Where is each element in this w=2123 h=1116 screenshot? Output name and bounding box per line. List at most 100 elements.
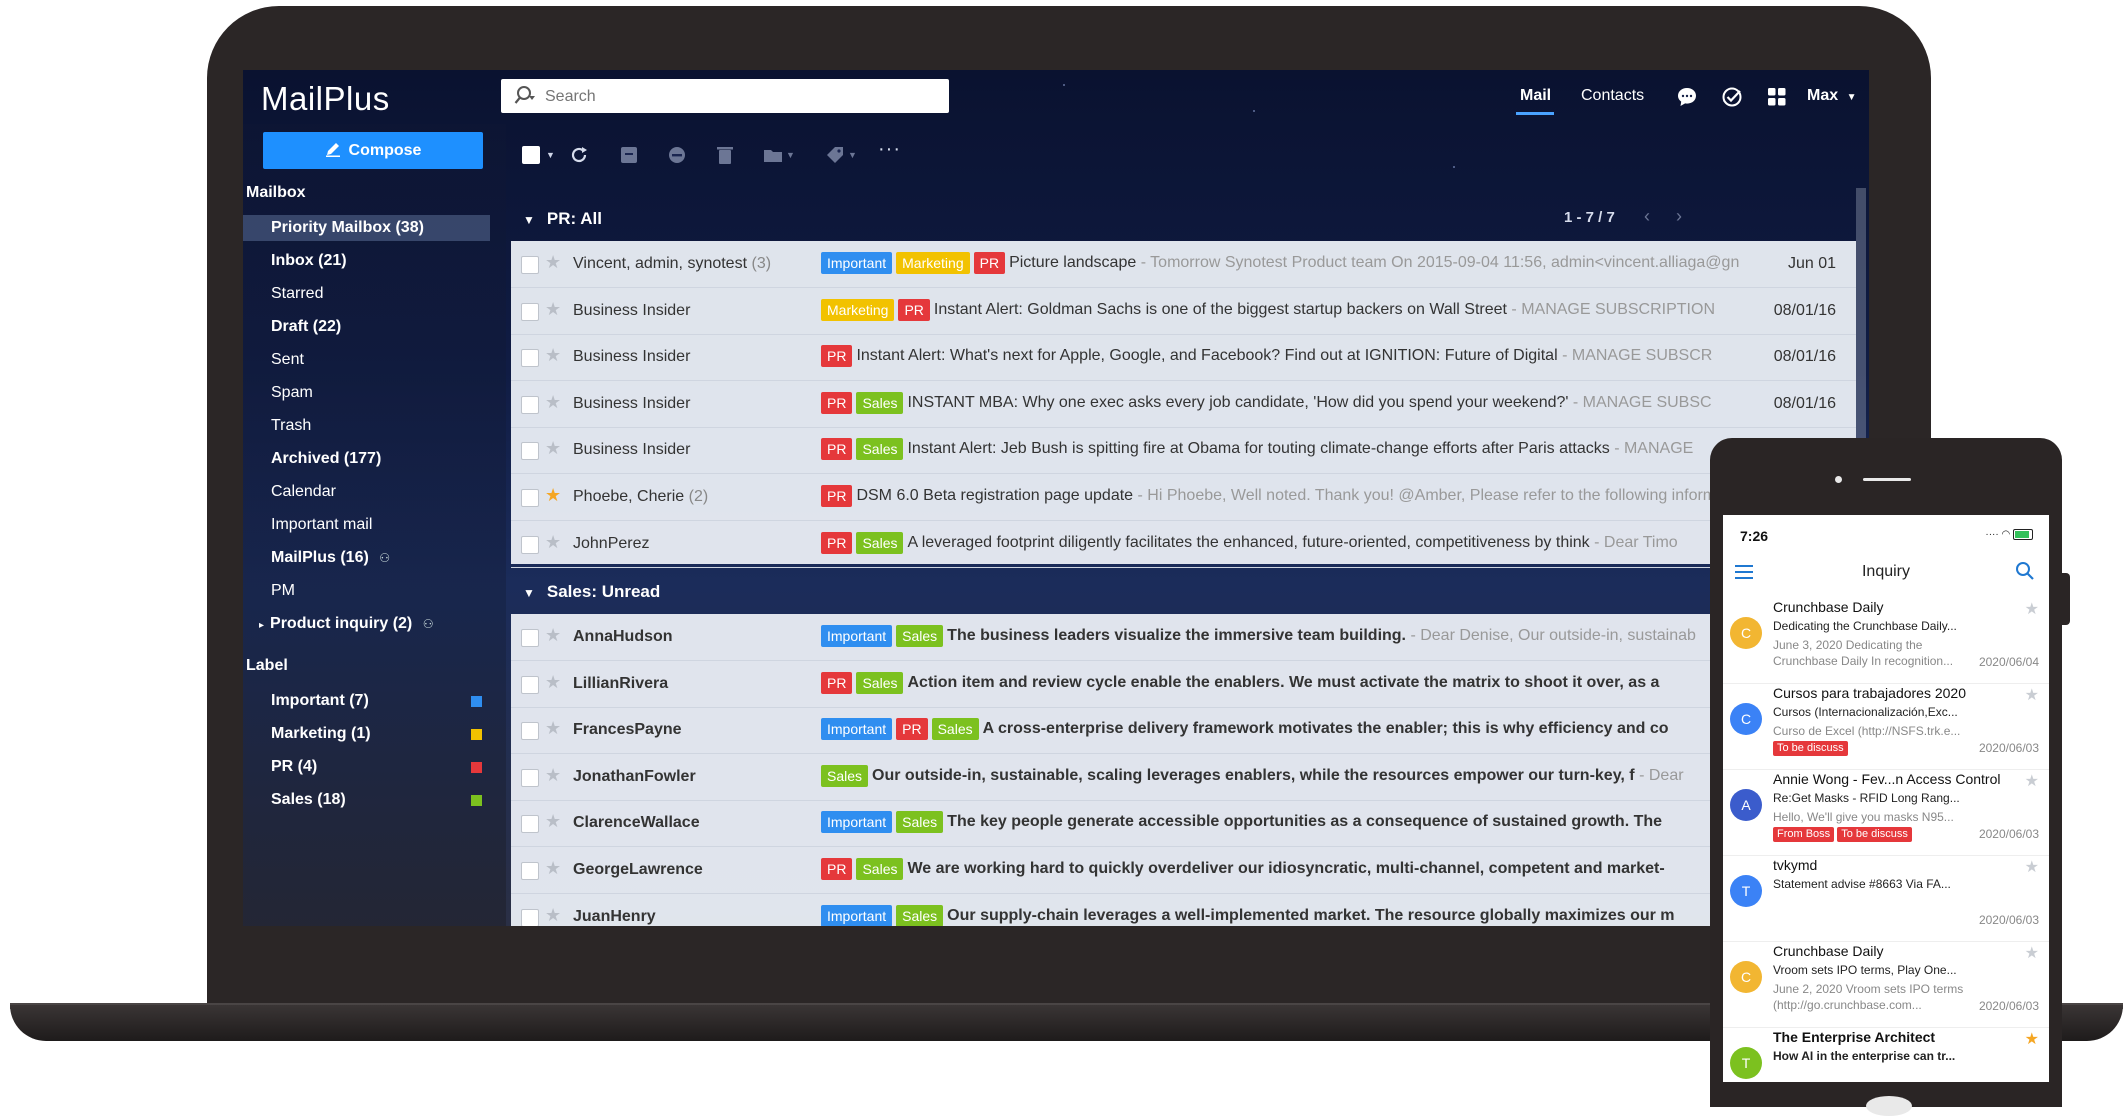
message-summary: PR Instant Alert: What's next for Apple, … [821, 345, 1741, 368]
message-row[interactable]: ★ Phoebe, Cherie (2) PR DSM 6.0 Beta regist… [511, 474, 1856, 521]
chevron-right-icon[interactable]: › [1676, 206, 1682, 227]
star-icon[interactable]: ★ [545, 485, 561, 506]
select-all-checkbox[interactable] [522, 146, 540, 164]
row-checkbox[interactable] [521, 675, 539, 694]
message-row[interactable]: ★ JonathanFowler Sales Our outside-in, sust… [511, 754, 1856, 801]
star-icon[interactable]: ★ [2025, 771, 2039, 791]
sidebar-item-spam[interactable]: Spam [271, 380, 313, 406]
sidebar-item-inbox[interactable]: Inbox (21) [271, 248, 347, 274]
search-input[interactable] [543, 79, 947, 115]
star-icon[interactable]: ★ [545, 811, 561, 832]
sidebar-item-pm[interactable]: PM [271, 578, 295, 604]
nav-contacts[interactable]: Contacts [1581, 84, 1644, 108]
phone-message-item[interactable]: Ttvkymd Statement advise #8663 Via FA... 2… [1723, 853, 2049, 942]
message-row[interactable]: ★ GeorgeLawrence PR Sales We are working har… [511, 847, 1856, 894]
message-row[interactable]: ★ AnnaHudson Important Sales The business le… [511, 614, 1856, 661]
sidebar-item-archived[interactable]: Archived (177) [271, 446, 381, 472]
chat-icon[interactable] [1676, 86, 1698, 108]
star-icon[interactable]: ★ [545, 532, 561, 553]
sidebar-item-trash[interactable]: Trash [271, 413, 311, 439]
chevron-left-icon[interactable]: ‹ [1644, 206, 1650, 227]
message-row[interactable]: ★ LillianRivera PR Sales Action item and rev… [511, 661, 1856, 708]
user-menu[interactable]: Max ▼ [1807, 84, 1856, 108]
section-header-sales[interactable]: ▼ Sales: Unread [511, 570, 1856, 614]
more-options-icon[interactable]: ··· [878, 138, 900, 160]
sidebar-item-sent[interactable]: Sent [271, 347, 304, 373]
sidebar-label-marketing[interactable]: Marketing (1) [271, 721, 371, 747]
star-icon[interactable]: ★ [2025, 685, 2039, 705]
compose-button[interactable]: Compose [263, 132, 483, 169]
tag-icon[interactable] [824, 144, 846, 166]
phone-message-item[interactable]: C Cursos para trabajadores 2020 Cursos (In… [1723, 681, 2049, 770]
row-checkbox[interactable] [521, 629, 539, 647]
apps-grid-icon[interactable] [1767, 87, 1787, 107]
phone-message-item[interactable]: T The Enterprise Architect How AI in the e… [1723, 1025, 2049, 1082]
star-icon[interactable]: ★ [545, 625, 561, 646]
star-icon[interactable]: ★ [545, 905, 561, 926]
row-checkbox[interactable] [521, 442, 539, 461]
sidebar-item-draft[interactable]: Draft (22) [271, 314, 341, 340]
message-row[interactable]: ★ Business Insider Marketing PR Instant Aler… [511, 288, 1856, 335]
section-header-pr[interactable]: ▼ PR: All [511, 197, 1856, 241]
row-checkbox[interactable] [521, 302, 539, 321]
chevron-down-icon[interactable]: ▼ [848, 150, 870, 172]
phone-date: 2020/06/03 [1978, 999, 2039, 1013]
phone-message-item[interactable]: C Crunchbase Daily Vroom sets IPO terms, P… [1723, 939, 2049, 1028]
star-icon[interactable]: ★ [545, 765, 561, 786]
row-checkbox[interactable] [521, 815, 539, 834]
message-row[interactable]: ★ JuanHenry Important Sales Our supply-chain… [511, 894, 1856, 926]
sidebar-label-pr[interactable]: PR (4) [271, 754, 317, 780]
row-checkbox[interactable] [521, 489, 539, 507]
message-row[interactable]: ★ Business Insider PR Instant Alert: What's… [511, 334, 1856, 382]
sidebar-item-product-inquiry[interactable]: ▸ Product inquiry (2) ⚇ [259, 611, 433, 637]
nav-mail[interactable]: Mail [1520, 84, 1551, 108]
label-tag: PR [821, 345, 853, 368]
star-icon[interactable]: ★ [545, 858, 561, 879]
star-icon[interactable]: ★ [545, 438, 561, 459]
star-icon[interactable]: ★ [2025, 599, 2039, 619]
star-icon[interactable]: ★ [545, 299, 561, 320]
task-check-icon[interactable] [1721, 86, 1743, 108]
row-checkbox[interactable] [521, 535, 539, 554]
star-icon[interactable]: ★ [545, 392, 561, 413]
sidebar-label-important[interactable]: Important (7) [271, 688, 369, 714]
block-icon[interactable] [666, 144, 688, 166]
sidebar-item-calendar[interactable]: Calendar [271, 479, 336, 505]
chevron-down-icon[interactable]: ▼ [546, 150, 568, 172]
sidebar-label-sales[interactable]: Sales (18) [271, 787, 346, 813]
message-row[interactable]: ★ JohnPerez PR Sales A leveraged footprint d… [511, 521, 1856, 568]
message-row[interactable]: ★ Business Insider PR Sales Instant Alert: J… [511, 427, 1856, 475]
row-checkbox[interactable] [521, 395, 539, 414]
folder-icon[interactable] [762, 144, 784, 166]
refresh-icon[interactable] [568, 144, 590, 166]
archive-icon[interactable] [618, 144, 640, 166]
star-icon[interactable]: ★ [2025, 943, 2039, 963]
message-row[interactable]: ★ FrancesPayne Important PR Sales A cross-ent… [511, 707, 1856, 755]
row-checkbox[interactable] [521, 768, 539, 787]
star-icon[interactable]: ★ [545, 672, 561, 693]
star-icon[interactable]: ★ [545, 345, 561, 366]
star-icon[interactable]: ★ [545, 252, 561, 273]
row-checkbox[interactable] [521, 862, 539, 880]
sidebar-item-mailplus[interactable]: MailPlus (16) ⚇ [271, 545, 390, 571]
star-icon[interactable]: ★ [2025, 1029, 2039, 1049]
phone-message-item[interactable]: C Crunchbase Daily Dedicating the Crunchba… [1723, 595, 2049, 684]
star-icon[interactable]: ★ [545, 718, 561, 739]
sidebar-item-priority-mailbox[interactable]: Priority Mailbox (38) [243, 215, 490, 241]
phone-message-item[interactable]: A Annie Wong - Fev...n Access Control Re:G… [1723, 767, 2049, 856]
row-checkbox[interactable] [521, 908, 539, 926]
message-row[interactable]: ★ Business Insider PR Sales INSTANT MBA: Why… [511, 381, 1856, 428]
row-checkbox[interactable] [521, 722, 539, 741]
message-row[interactable]: ★ Vincent, admin, synotest (3) Important Ma… [511, 241, 1856, 288]
chevron-down-icon[interactable]: ▼ [786, 150, 808, 172]
pencil-icon [325, 143, 340, 157]
search-icon[interactable] [513, 84, 537, 108]
row-checkbox[interactable] [521, 256, 539, 274]
search-icon[interactable] [2015, 561, 2035, 581]
star-icon[interactable]: ★ [2025, 857, 2039, 877]
sidebar-item-starred[interactable]: Starred [271, 281, 323, 307]
trash-icon[interactable] [714, 144, 736, 166]
message-row[interactable]: ★ ClarenceWallace Important Sales The key pe… [511, 800, 1856, 848]
sidebar-item-important-mail[interactable]: Important mail [271, 512, 372, 538]
row-checkbox[interactable] [521, 349, 539, 368]
